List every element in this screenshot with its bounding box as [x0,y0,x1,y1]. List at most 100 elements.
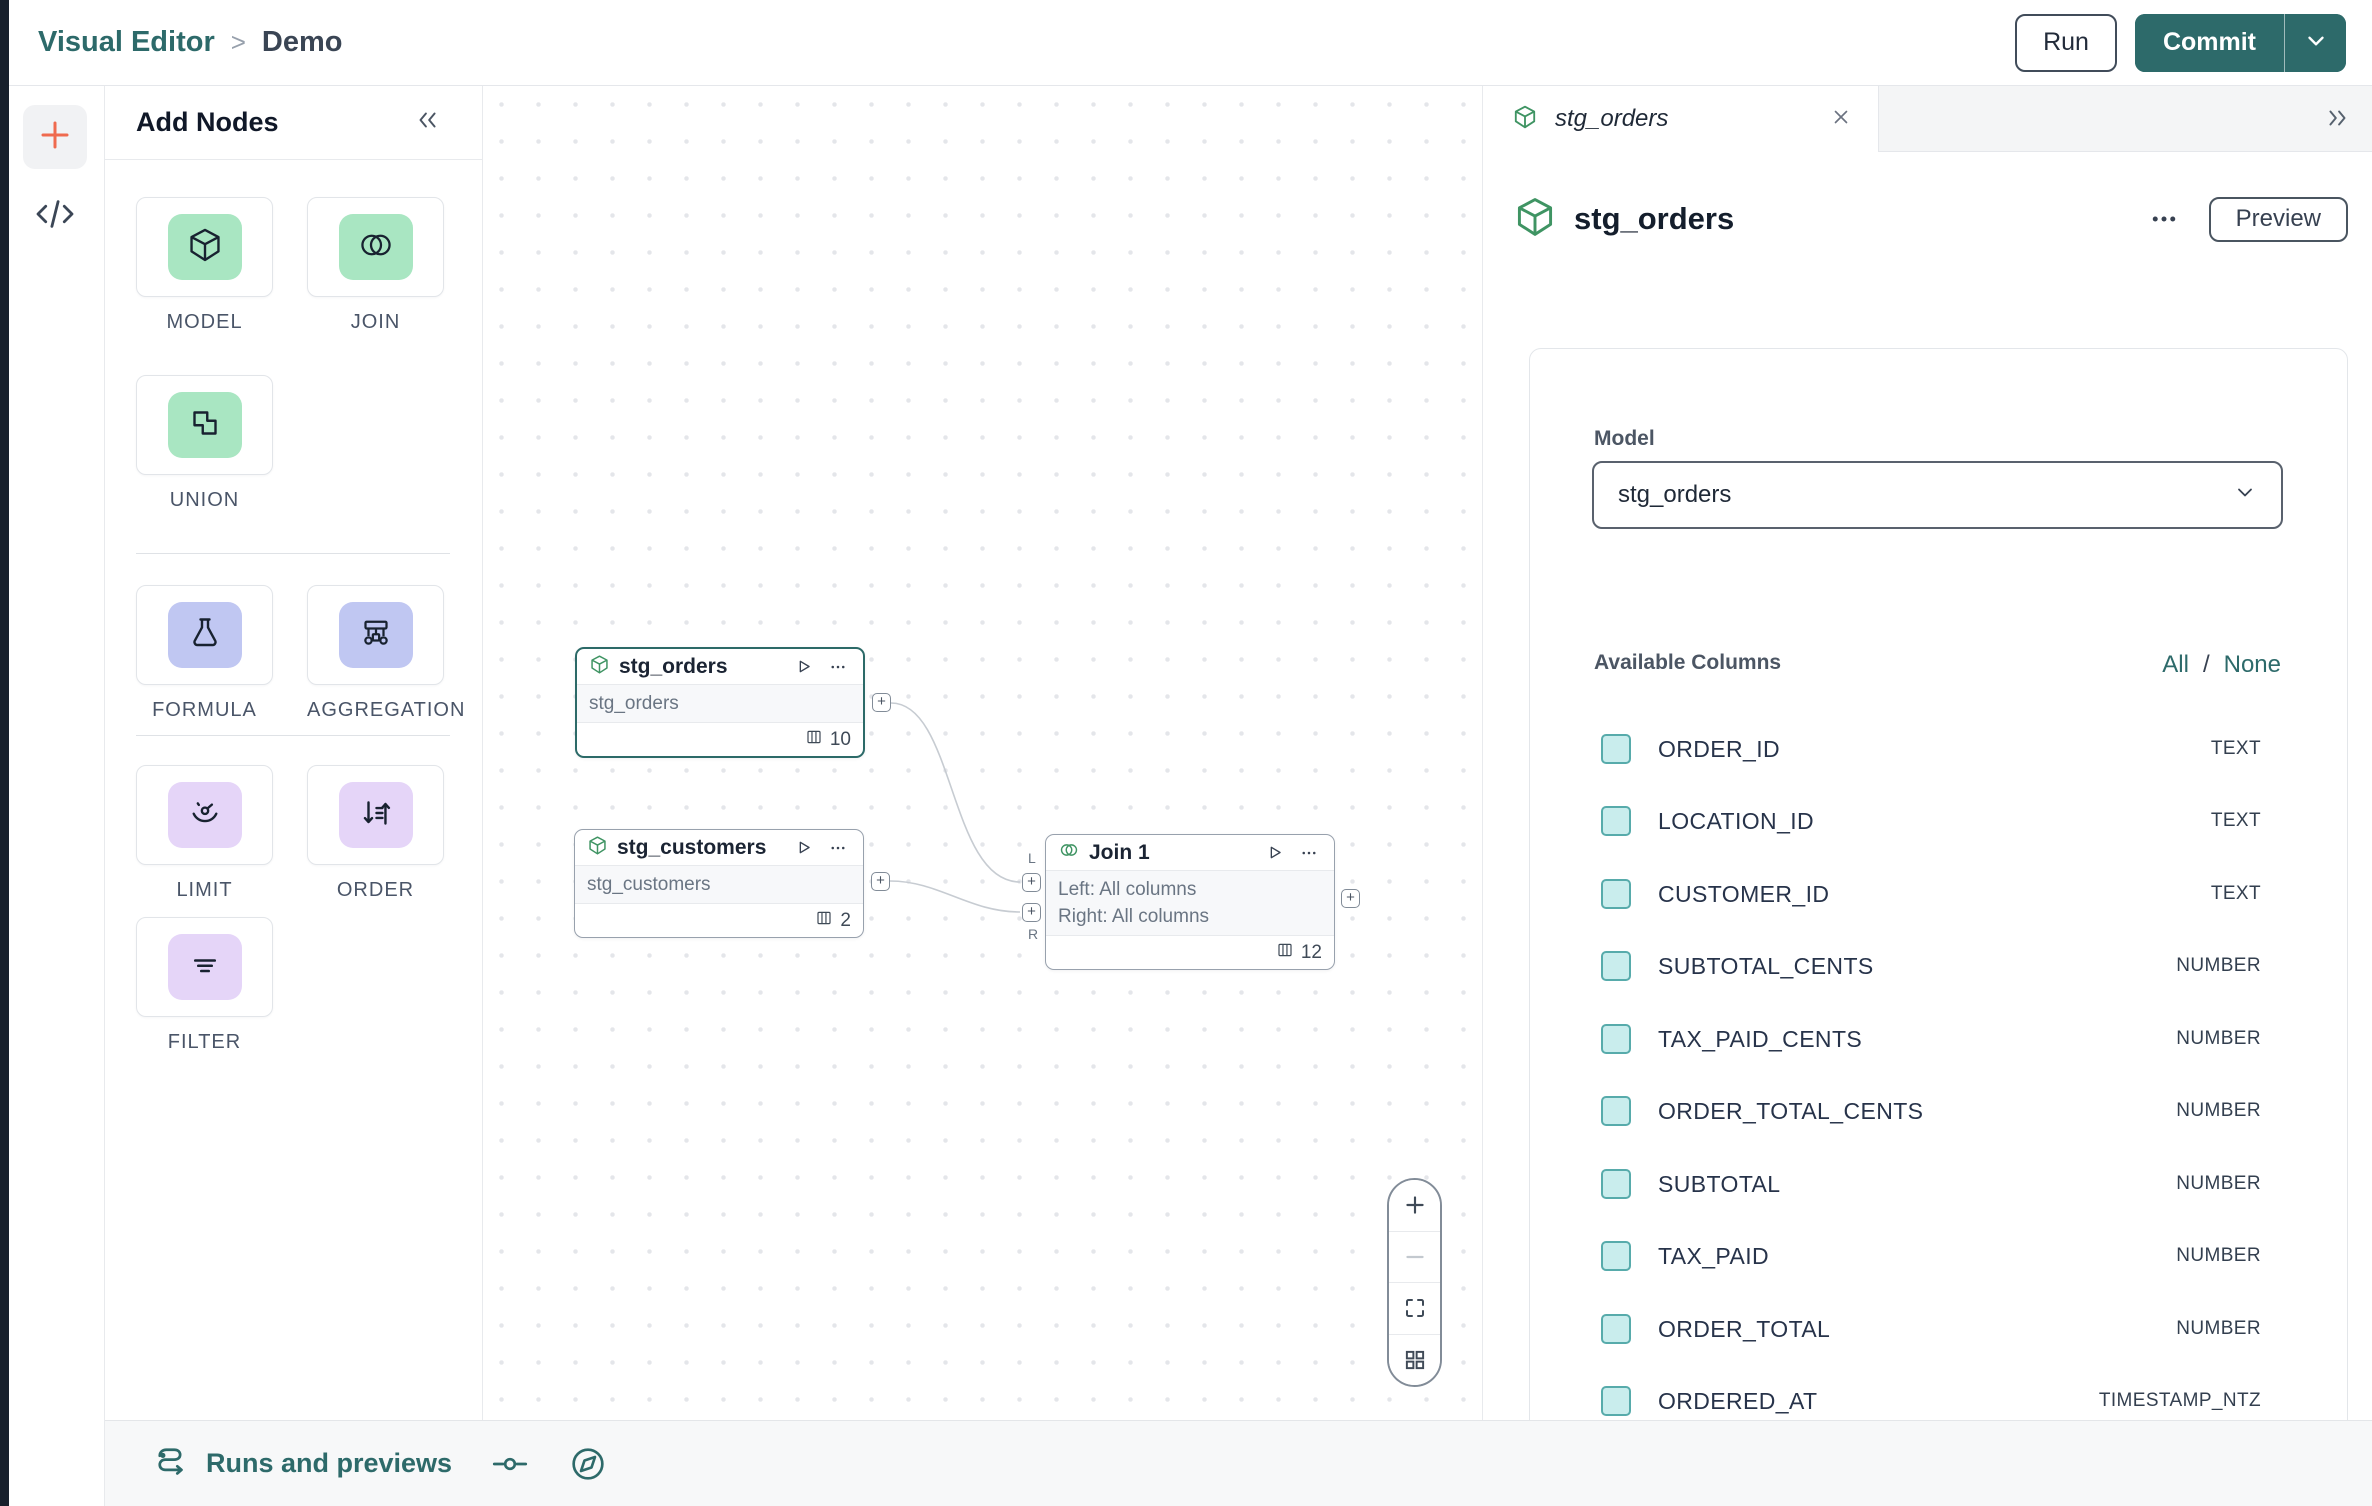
column-row: ORDER_ID TEXT [1601,731,2261,767]
node-stg-orders[interactable]: stg_orders stg_orders 10 [575,647,865,758]
output-handle-join[interactable]: + [1341,889,1360,908]
add-nodes-title: Add Nodes [136,107,279,138]
node-title: Join 1 [1089,841,1252,865]
canvas-zoom-controls [1387,1178,1442,1387]
node-menu-button[interactable] [825,835,851,861]
column-checkbox[interactable] [1601,734,1631,764]
column-checkbox[interactable] [1601,1314,1631,1344]
node-stg-customers[interactable]: stg_customers stg_customers 2 [574,829,864,938]
run-node-button[interactable] [790,654,816,680]
runs-and-previews-toggle[interactable]: Runs and previews [151,1443,452,1484]
close-tab-button[interactable] [1830,106,1852,133]
add-node-filter[interactable]: FILTER [136,917,273,1054]
flask-icon [187,615,223,656]
column-checkbox[interactable] [1601,951,1631,981]
model-select[interactable]: stg_orders [1592,461,2283,529]
overlapping-circles-icon [1058,841,1080,864]
add-node-button[interactable] [23,105,87,169]
compass-icon[interactable] [568,1444,608,1484]
fit-view-button[interactable] [1389,1282,1440,1334]
add-node-model[interactable]: MODEL [136,197,273,334]
add-node-aggregation[interactable]: AGGREGATION [307,585,444,722]
expand-panel-button[interactable] [2320,102,2356,138]
column-checkbox[interactable] [1601,1386,1631,1416]
join-left-summary: Left: All columns [1058,876,1322,903]
breadcrumb-root-link[interactable]: Visual Editor [38,26,215,59]
column-type: TEXT [2211,810,2261,832]
column-checkbox[interactable] [1601,879,1631,909]
inspector-menu-button[interactable] [2149,204,2179,234]
input-handle-join-right[interactable]: + [1022,903,1041,922]
grid-layout-button[interactable] [1389,1334,1440,1386]
commit-button[interactable]: Commit [2135,14,2284,72]
bottom-bar: Runs and previews [105,1420,2372,1506]
columns-icon [1276,941,1294,965]
column-name: TAX_PAID_CENTS [1658,1026,2176,1053]
add-node-label: JOIN [307,311,444,334]
column-name: ORDER_TOTAL_CENTS [1658,1098,2176,1125]
all-none-separator: / [2203,651,2210,679]
output-handle-stg-orders[interactable]: + [872,693,891,712]
code-view-button[interactable] [31,198,79,234]
node-subtitle: stg_customers [575,865,863,904]
run-node-button[interactable] [1261,840,1287,866]
column-checkbox[interactable] [1601,1024,1631,1054]
column-type: TEXT [2211,738,2261,760]
node-subtitle: stg_orders [577,684,863,723]
output-handle-stg-customers[interactable]: + [871,872,890,891]
collapse-panel-button[interactable] [412,107,442,138]
zoom-in-button[interactable] [1389,1180,1440,1231]
node-join-1[interactable]: Join 1 Left: All columns Right: All colu… [1045,834,1335,970]
overlapping-circles-icon [356,228,396,267]
tab-stg-orders[interactable]: stg_orders [1483,86,1879,152]
inspector-panel: stg_orders stg_orders Preview Model [1483,86,2372,1506]
column-row: ORDER_TOTAL NUMBER [1601,1311,2261,1347]
node-footer: 12 [1046,936,1334,969]
select-all-link[interactable]: All [2162,651,2189,679]
input-handle-join-left[interactable]: + [1022,873,1041,892]
cube-icon [1512,104,1538,135]
add-node-limit[interactable]: LIMIT [136,765,273,902]
add-node-formula[interactable]: FORMULA [136,585,273,722]
add-node-label: LIMIT [136,879,273,902]
sitemap-icon [357,615,395,656]
add-node-join[interactable]: JOIN [307,197,444,334]
column-name: ORDER_ID [1658,736,2211,763]
cube-icon [186,226,224,269]
union-squares-icon [187,405,223,446]
panel-divider [136,553,450,554]
node-menu-button[interactable] [825,654,851,680]
add-node-label: UNION [136,489,273,512]
column-row: ORDER_TOTAL_CENTS NUMBER [1601,1093,2261,1129]
add-node-order[interactable]: ORDER [307,765,444,902]
run-node-button[interactable] [790,835,816,861]
add-node-union[interactable]: FORMULA UNION [136,375,273,512]
inspector-tab-bar: stg_orders [1483,86,2372,152]
commit-node-icon[interactable] [490,1449,530,1479]
column-row: ORDERED_AT TIMESTAMP_NTZ [1601,1383,2261,1419]
commit-options-button[interactable] [2284,14,2346,72]
select-none-link[interactable]: None [2224,651,2281,679]
column-type: TEXT [2211,883,2261,905]
column-checkbox[interactable] [1601,1241,1631,1271]
code-icon [33,197,77,236]
visual-editor-app: Visual Editor > Demo Run Commit [0,0,2372,1506]
column-checkbox[interactable] [1601,806,1631,836]
column-type: NUMBER [2176,955,2261,977]
column-checkbox[interactable] [1601,1096,1631,1126]
chevron-down-icon [2233,480,2257,511]
columns-icon [805,728,823,752]
column-row: CUSTOMER_ID TEXT [1601,876,2261,912]
run-button[interactable]: Run [2015,14,2117,72]
columns-icon [815,909,833,933]
node-title: stg_orders [619,655,781,679]
node-menu-button[interactable] [1296,840,1322,866]
add-node-label: MODEL [136,311,273,334]
column-checkbox[interactable] [1601,1169,1631,1199]
top-actions: Run Commit [2015,14,2346,72]
zoom-out-button[interactable] [1389,1231,1440,1283]
preview-button[interactable]: Preview [2209,197,2348,242]
column-name: ORDER_TOTAL [1658,1316,2176,1343]
column-count: 12 [1301,942,1322,964]
flow-canvas[interactable]: stg_orders stg_orders 10 [483,86,1483,1420]
